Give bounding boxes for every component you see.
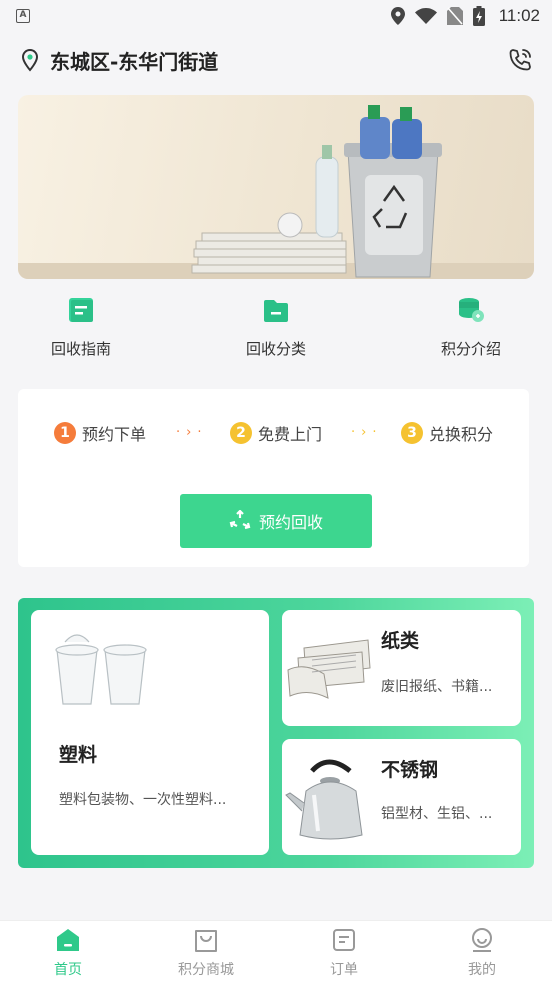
newspaper-stack [191,232,347,274]
tab-profile[interactable]: 我的 [432,927,532,979]
tab-points-mall-label: 积分商城 [178,962,234,978]
quick-nav-points[interactable]: 积分介绍 [411,290,531,359]
location-pin-icon[interactable] [18,48,42,72]
category-steel-title: 不锈钢 [381,759,439,781]
tab-orders-label: 订单 [330,962,358,978]
quick-nav-category[interactable]: 回收分类 [216,290,336,359]
quick-nav-points-label: 积分介绍 [440,340,501,358]
book-recycle-button-label: 预约回收 [258,513,323,532]
quick-nav-guide[interactable]: 回收指南 [21,290,141,359]
category-card-steel[interactable]: 不锈钢 铝型材、生铝、... [282,739,521,855]
bottom-tab-bar: 首页 积分商城 订单 我的 [0,920,552,983]
steps-card: 1 预约下单 ·›· 2 免费上门 ·›· 3 兑换积分 预约回收 [18,389,529,567]
location-header: 东城区-东华门街道 [0,42,552,78]
category-steel-desc: 铝型材、生铝、... [381,806,493,822]
banner-illustration [18,105,534,279]
recycle-icon [229,510,251,530]
step-1: 1 预约下单 [54,421,146,445]
step-arrow-1: ·›· [176,425,208,440]
order-list-icon [333,929,355,951]
guide-icon [69,298,93,322]
plastic-cup-image [55,634,147,705]
step-2-label: 免费上门 [258,425,323,444]
category-plastic-title: 塑料 [59,744,98,766]
step-3: 3 兑换积分 [401,421,493,445]
no-sim-icon [446,7,463,25]
location-status-icon [390,7,405,25]
tab-home[interactable]: 首页 [18,927,118,979]
step-arrow-2: ·›· [351,425,383,440]
location-text[interactable]: 东城区-东华门街道 [50,46,506,75]
step-2-number: 2 [230,422,252,444]
status-time: 11:02 [498,6,540,25]
step-3-label: 兑换积分 [429,425,494,444]
status-bar: A 11:02 [0,0,552,32]
step-2: 2 免费上门 [230,421,322,445]
step-3-number: 3 [401,422,423,444]
phone-call-icon[interactable] [506,46,534,74]
category-card-plastic[interactable]: 塑料 塑料包装物、一次性塑料... [31,610,269,855]
shopping-bag-icon [195,930,217,952]
category-card-paper[interactable]: 纸类 废旧报纸、书籍... [282,610,521,726]
newspaper-image [287,639,371,699]
category-paper-title: 纸类 [381,630,420,652]
tab-profile-label: 我的 [468,962,496,978]
recycling-banner[interactable] [18,95,534,279]
category-paper-desc: 废旧报纸、书籍... [381,679,493,695]
user-icon [472,928,492,952]
quick-nav-category-label: 回收分类 [245,340,306,358]
home-icon [57,929,79,951]
step-1-label: 预约下单 [82,425,147,444]
coin-icon [459,298,484,322]
tab-home-label: 首页 [54,962,82,978]
steel-kettle-image [285,759,363,840]
category-panel: 塑料 塑料包装物、一次性塑料... 纸类 废旧报纸、书籍... 不锈钢 铝型材、… [18,598,534,868]
step-1-number: 1 [54,422,76,444]
quick-nav: 回收指南 回收分类 积分介绍 [0,290,552,370]
notification-a-icon: A [16,9,30,23]
tab-points-mall[interactable]: 积分商城 [156,927,256,979]
category-plastic-desc: 塑料包装物、一次性塑料... [59,792,227,808]
quick-nav-guide-label: 回收指南 [50,340,111,358]
book-recycle-button[interactable]: 预约回收 [180,494,372,548]
wifi-icon [414,8,437,24]
battery-icon [472,6,485,26]
tab-orders[interactable]: 订单 [294,927,394,979]
folder-icon [264,300,288,322]
